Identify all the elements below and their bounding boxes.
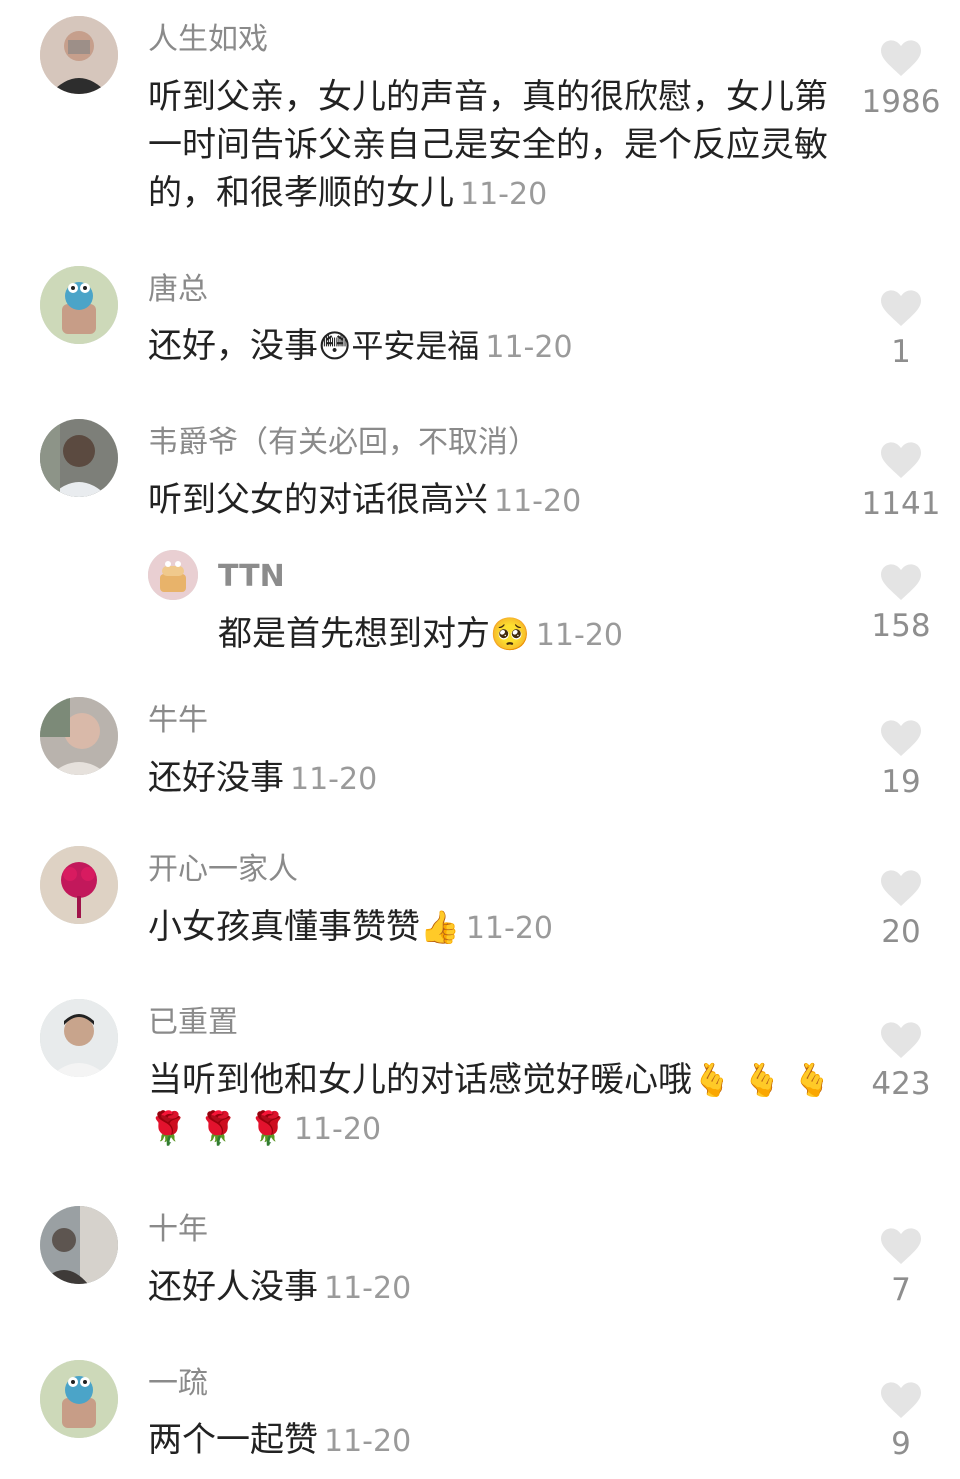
like-button[interactable]: 1986 <box>860 34 942 122</box>
like-count: 20 <box>881 914 921 950</box>
heart-icon <box>881 564 921 600</box>
user-avatar[interactable] <box>40 846 118 924</box>
comment-body: 还好，没事 <box>148 326 318 366</box>
user-avatar[interactable] <box>40 419 118 497</box>
heart-icon <box>881 720 921 756</box>
comment-date: 11-20 <box>293 1112 382 1147</box>
comment-body: 两个一起赞 <box>148 1420 318 1460</box>
comment-username[interactable]: 牛牛 <box>148 701 208 741</box>
like-count: 1 <box>891 334 911 370</box>
heart-icon <box>881 40 921 76</box>
like-count: 158 <box>871 608 931 644</box>
user-avatar[interactable] <box>40 16 118 94</box>
like-button[interactable]: 19 <box>860 714 942 802</box>
comment-text: 都是首先想到对方🥺 11-20 <box>218 610 838 660</box>
comment-text: 还好，没事😳平安是福 11-20 <box>148 322 838 372</box>
comment-username[interactable]: TTN <box>218 557 285 597</box>
comment-username[interactable]: 已重置 <box>148 1003 238 1043</box>
comment-body: 还好没事 <box>148 758 284 798</box>
like-count: 423 <box>871 1066 931 1102</box>
comment-body: 还好人没事 <box>148 1267 318 1307</box>
like-button[interactable]: 158 <box>860 558 942 646</box>
comment-date: 11-20 <box>535 618 624 653</box>
comment-username[interactable]: 一疏 <box>148 1364 208 1404</box>
comment-text: 还好没事 11-20 <box>148 754 838 804</box>
like-button[interactable]: 7 <box>860 1222 942 1310</box>
comment-date: 11-20 <box>324 1424 412 1459</box>
comment-emoji: 🥺 <box>490 615 530 653</box>
heart-icon <box>881 1022 921 1058</box>
user-avatar[interactable] <box>40 266 118 344</box>
comment-emoji: 👍 <box>420 908 460 946</box>
heart-icon <box>881 1382 921 1418</box>
comment-date: 11-20 <box>465 911 554 946</box>
like-button[interactable]: 423 <box>860 1016 942 1104</box>
comment-text: 还好人没事 11-20 <box>148 1263 838 1313</box>
comment-body: 小女孩真懂事赞赞 <box>148 907 420 947</box>
like-button[interactable]: 1 <box>860 284 942 372</box>
comment-text: 两个一起赞 11-20 <box>148 1416 838 1466</box>
heart-icon <box>881 442 921 478</box>
comment-body: 都是首先想到对方 <box>218 614 490 654</box>
like-count: 19 <box>881 764 921 800</box>
like-count: 7 <box>891 1272 911 1308</box>
comment-date: 11-20 <box>494 484 582 519</box>
comment-emoji: 😳平安是福 <box>318 327 480 365</box>
comment-date: 11-20 <box>460 177 548 212</box>
comment-date: 11-20 <box>485 330 573 365</box>
comment-date: 11-20 <box>290 762 378 797</box>
comment-username[interactable]: 开心一家人 <box>148 850 298 890</box>
comment-text: 听到父亲，女儿的声音，真的很欣慰，女儿第一时间告诉父亲自己是安全的，是个反应灵敏… <box>148 73 838 219</box>
comment-username[interactable]: 韦爵爷（有关必回，不取消） <box>148 423 538 463</box>
like-button[interactable]: 9 <box>860 1376 942 1464</box>
comment-text: 小女孩真懂事赞赞👍 11-20 <box>148 903 838 953</box>
user-avatar[interactable] <box>148 550 198 600</box>
comment-username[interactable]: 唐总 <box>148 270 208 310</box>
comment-body: 当听到他和女儿的对话感觉好暖心哦 <box>148 1060 692 1100</box>
user-avatar[interactable] <box>40 999 118 1077</box>
like-button[interactable]: 20 <box>860 864 942 952</box>
user-avatar[interactable] <box>40 697 118 775</box>
heart-icon <box>881 290 921 326</box>
comment-text: 听到父女的对话很高兴 11-20 <box>148 476 838 526</box>
like-count: 1986 <box>861 84 941 120</box>
comment-username[interactable]: 十年 <box>148 1210 208 1250</box>
like-count: 1141 <box>861 486 941 522</box>
like-button[interactable]: 1141 <box>860 436 942 524</box>
user-avatar[interactable] <box>40 1206 118 1284</box>
comment-username[interactable]: 人生如戏 <box>148 20 268 60</box>
comment-body: 听到父女的对话很高兴 <box>148 480 488 520</box>
like-count: 9 <box>891 1426 911 1462</box>
heart-icon <box>881 1228 921 1264</box>
comment-text: 当听到他和女儿的对话感觉好暖心哦🫰 🫰 🫰 🌹 🌹 🌹 11-20 <box>148 1056 838 1154</box>
comment-date: 11-20 <box>324 1271 412 1306</box>
user-avatar[interactable] <box>40 1360 118 1438</box>
heart-icon <box>881 870 921 906</box>
